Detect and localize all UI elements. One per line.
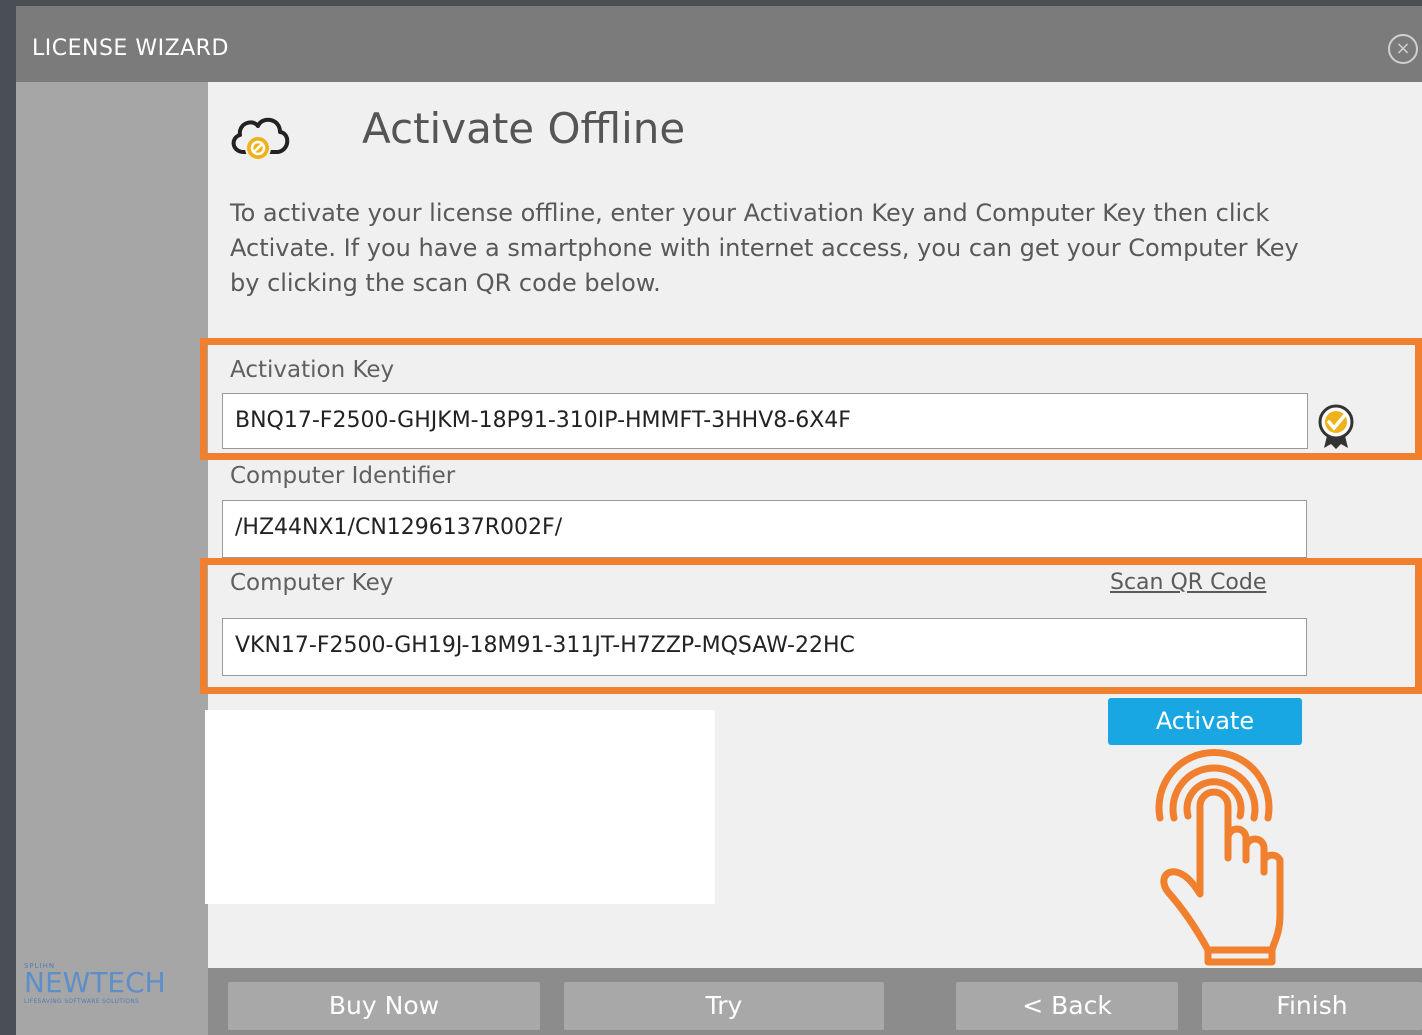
window-title: LICENSE WIZARD [32, 36, 229, 61]
brand-tagline: LIFESAVING SOFTWARE SOLUTIONS [24, 998, 140, 1005]
sidebar: SPLIHN NEWTECH LIFESAVING SOFTWARE SOLUT… [16, 82, 208, 1035]
brand-name: NEWTECH [24, 966, 166, 999]
page-title: Activate Offline [362, 104, 686, 153]
computer-identifier-label: Computer Identifier [230, 463, 456, 489]
computer-key-highlight [200, 558, 1422, 694]
tap-hand-icon [1155, 749, 1284, 966]
try-button[interactable]: Try [564, 982, 884, 1030]
buy-now-button[interactable]: Buy Now [228, 982, 540, 1030]
close-icon[interactable]: × [1388, 34, 1418, 64]
finish-button[interactable]: Finish [1202, 982, 1422, 1030]
blank-panel [205, 710, 715, 904]
description-text: To activate your license offline, enter … [230, 199, 1299, 297]
cloud-blocked-icon [231, 117, 290, 161]
brand-logo: SPLIHN NEWTECH LIFESAVING SOFTWARE SOLUT… [24, 962, 204, 1022]
activation-key-highlight [200, 338, 1422, 460]
back-button[interactable]: < Back [956, 982, 1178, 1030]
license-wizard-window: LICENSE WIZARD × SPLIHN NEWTECH LIFESAVI… [0, 0, 1422, 1035]
computer-identifier-input[interactable]: /HZ44NX1/CN1296137R002F/ [222, 500, 1307, 558]
title-bar: LICENSE WIZARD × [16, 6, 1422, 82]
